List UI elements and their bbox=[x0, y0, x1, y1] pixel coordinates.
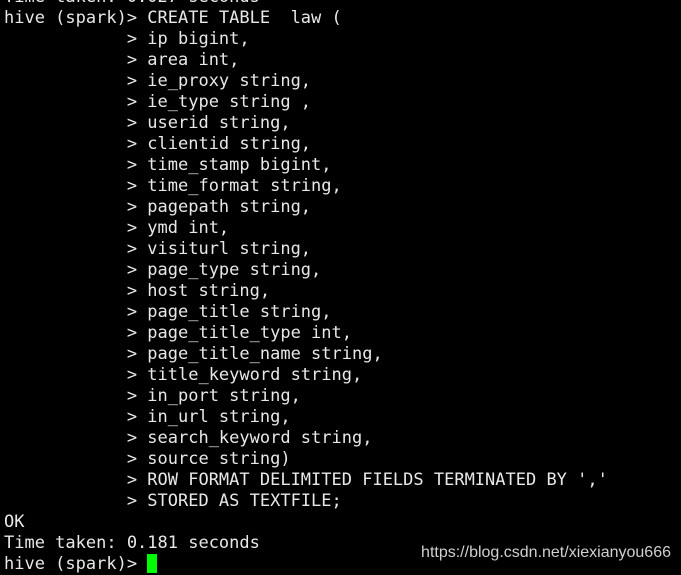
terminal-line: > userid string, bbox=[4, 113, 291, 133]
terminal-line: > host string, bbox=[4, 281, 271, 301]
terminal-line: > time_stamp bigint, bbox=[4, 155, 332, 175]
terminal-line: > page_title_name string, bbox=[4, 344, 383, 364]
prompt: hive (spark)> bbox=[4, 554, 148, 574]
terminal-line: Time taken: 0.027 seconds bbox=[4, 0, 608, 8]
terminal-line: > in_url string, bbox=[4, 407, 291, 427]
terminal-line: > area int, bbox=[4, 50, 240, 70]
terminal-line: > page_title string, bbox=[4, 302, 332, 322]
terminal-line: > page_title_type int, bbox=[4, 323, 352, 343]
terminal-line: > in_port string, bbox=[4, 386, 301, 406]
terminal-line: OK bbox=[4, 512, 25, 532]
terminal-line: > title_keyword string, bbox=[4, 365, 363, 385]
terminal-line: > ie_proxy string, bbox=[4, 71, 312, 91]
terminal-line: > page_type string, bbox=[4, 260, 322, 280]
terminal-line: > search_keyword string, bbox=[4, 428, 373, 448]
terminal-line: hive (spark)> CREATE TABLE law ( bbox=[4, 8, 342, 28]
terminal-line: > ROW FORMAT DELIMITED FIELDS TERMINATED… bbox=[4, 470, 608, 490]
terminal-line: > source string) bbox=[4, 449, 291, 469]
terminal-line: > time_format string, bbox=[4, 176, 342, 196]
terminal-line: > STORED AS TEXTFILE; bbox=[4, 491, 342, 511]
watermark: https://blog.csdn.net/xiexianyou666 bbox=[421, 544, 671, 561]
terminal-line: > ie_type string , bbox=[4, 92, 312, 112]
cursor bbox=[147, 554, 158, 573]
terminal-line: > pagepath string, bbox=[4, 197, 312, 217]
terminal-line: > clientid string, bbox=[4, 134, 312, 154]
terminal-line: > visiturl string, bbox=[4, 239, 312, 259]
terminal-output[interactable]: Time taken: 0.027 secondshive (spark)> C… bbox=[4, 0, 608, 575]
terminal-line: > ip bigint, bbox=[4, 29, 250, 49]
terminal-line: > ymd int, bbox=[4, 218, 230, 238]
